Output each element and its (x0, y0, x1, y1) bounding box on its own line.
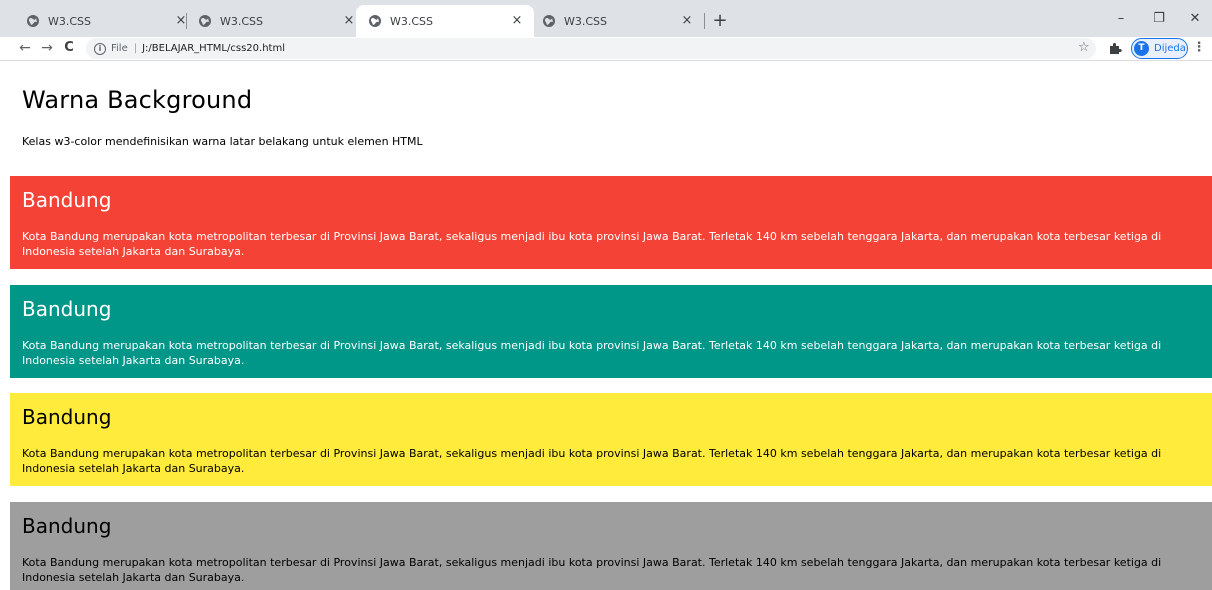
browser-tab[interactable]: W3.CSS × (14, 5, 198, 37)
avatar: T (1134, 41, 1149, 56)
globe-icon (27, 15, 39, 27)
extensions-puzzle-icon[interactable] (1108, 41, 1122, 55)
tab-title: W3.CSS (220, 14, 264, 28)
back-button[interactable]: ← (16, 39, 34, 57)
forward-button[interactable]: → (38, 39, 56, 57)
tab-strip: W3.CSS × W3.CSS × W3.CSS × W3.CSS × + – … (0, 0, 1212, 37)
close-icon[interactable]: × (342, 14, 356, 28)
panel-heading: Bandung (22, 514, 112, 538)
globe-icon (543, 15, 555, 27)
page-title: Warna Background (22, 86, 253, 114)
info-icon[interactable]: i (94, 42, 106, 55)
panel-text: Kota Bandung merupakan kota metropolitan… (22, 556, 1162, 584)
browser-tab[interactable]: W3.CSS × (530, 5, 704, 37)
tab-title: W3.CSS (564, 14, 608, 28)
new-tab-button[interactable]: + (708, 9, 732, 33)
bookmark-star-icon[interactable]: ☆ (1078, 41, 1090, 55)
page-description: Kelas w3-color mendefinisikan warna lata… (22, 135, 423, 148)
panel-heading: Bandung (22, 405, 112, 429)
panel-text: Kota Bandung merupakan kota metropolitan… (22, 447, 1162, 475)
color-panel-teal: Bandung Kota Bandung merupakan kota metr… (10, 285, 1212, 378)
globe-icon (199, 15, 211, 27)
address-url[interactable]: J:/BELAJAR_HTML/css20.html (142, 43, 285, 54)
tab-separator (704, 13, 705, 29)
profile-button[interactable]: T Dijeda (1131, 38, 1188, 59)
tab-title: W3.CSS (48, 14, 92, 28)
browser-tab-active[interactable]: W3.CSS × (356, 5, 534, 37)
reload-button[interactable]: C (60, 39, 78, 57)
address-separator: | (133, 43, 138, 54)
restore-button[interactable]: ❐ (1144, 6, 1174, 32)
panel-text: Kota Bandung merupakan kota metropolitan… (22, 339, 1162, 367)
globe-icon (369, 15, 381, 27)
tab-title: W3.CSS (390, 14, 434, 28)
menu-icon[interactable]: ⋮ (1192, 39, 1206, 57)
panel-heading: Bandung (22, 188, 112, 212)
color-panel-red: Bandung Kota Bandung merupakan kota metr… (10, 176, 1212, 269)
address-bar[interactable]: i File | J:/BELAJAR_HTML/css20.html (86, 38, 1096, 59)
color-panel-grey: Bandung Kota Bandung merupakan kota metr… (10, 502, 1212, 590)
minimize-button[interactable]: – (1106, 6, 1136, 32)
address-scheme: File (111, 43, 128, 54)
color-panel-yellow: Bandung Kota Bandung merupakan kota metr… (10, 393, 1212, 486)
browser-toolbar: ← → C i File | J:/BELAJAR_HTML/css20.htm… (0, 37, 1212, 61)
panel-text: Kota Bandung merupakan kota metropolitan… (22, 230, 1162, 258)
close-icon[interactable]: × (510, 14, 524, 28)
close-icon[interactable]: × (680, 14, 694, 28)
profile-name: Dijeda (1154, 43, 1186, 54)
panel-heading: Bandung (22, 297, 112, 321)
close-window-button[interactable]: ✕ (1180, 6, 1210, 32)
browser-tab[interactable]: W3.CSS × (186, 5, 366, 37)
